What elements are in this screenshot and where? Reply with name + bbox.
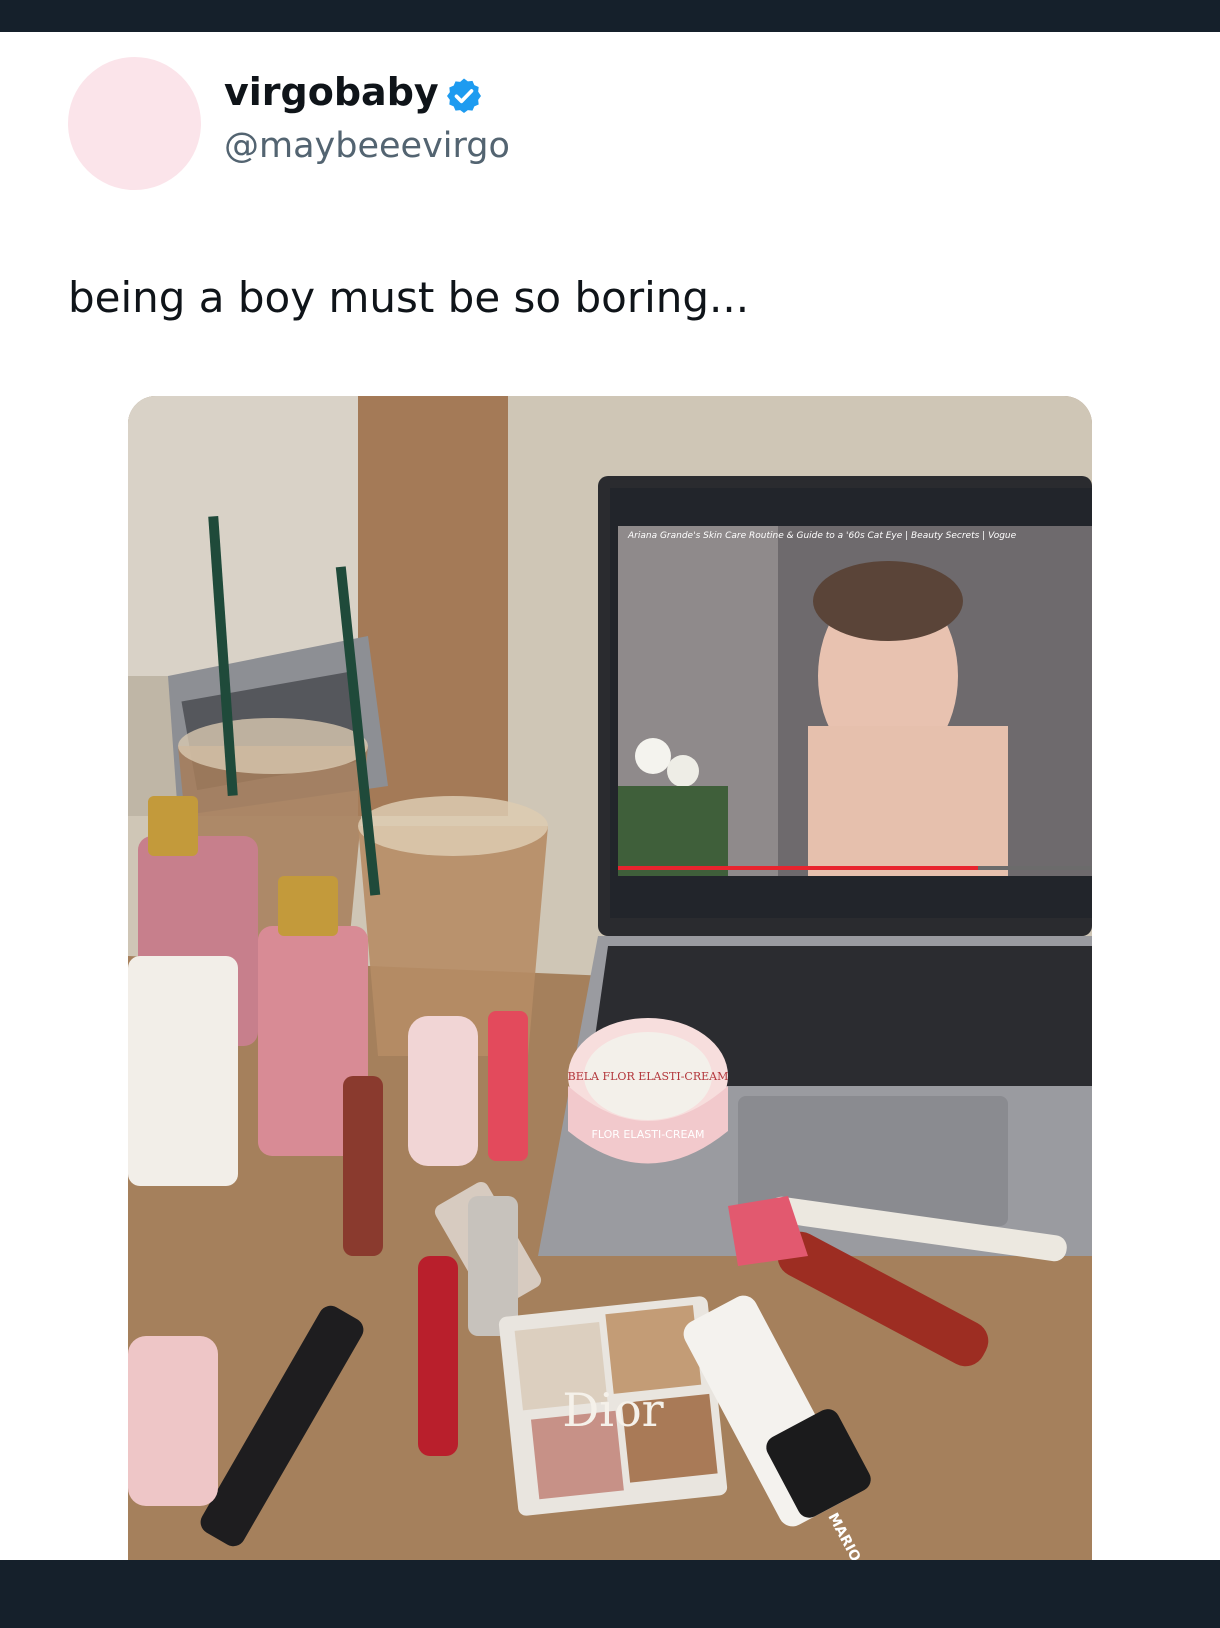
tweet-text: being a boy must be so boring... xyxy=(68,273,750,322)
cream-jar-label: BELA FLOR ELASTI-CREAM xyxy=(568,1070,729,1083)
user-handle[interactable]: @maybeeevirgo xyxy=(224,124,510,168)
tweet-photo[interactable]: Ariana Grande's Skin Care Routine & Guid… xyxy=(128,396,1092,1560)
photo-scene: Ariana Grande's Skin Care Routine & Guid… xyxy=(128,396,1092,1560)
video-caption: Ariana Grande's Skin Care Routine & Guid… xyxy=(627,531,1017,541)
cream-jar-rim-label: FLOR ELASTI-CREAM xyxy=(592,1128,705,1141)
tweet-card[interactable]: virgobaby @maybeeevirgo being a boy must… xyxy=(0,32,1220,1560)
top-status-bar xyxy=(0,0,1220,32)
verified-badge-icon xyxy=(447,78,481,113)
bottom-bar xyxy=(0,1560,1220,1628)
display-name[interactable]: virgobaby xyxy=(224,68,439,116)
cream-jar: BELA FLOR ELASTI-CREAM FLOR ELASTI-CREAM xyxy=(568,1018,729,1164)
avatar[interactable] xyxy=(68,57,201,190)
palette-brand: Dior xyxy=(562,1383,663,1437)
